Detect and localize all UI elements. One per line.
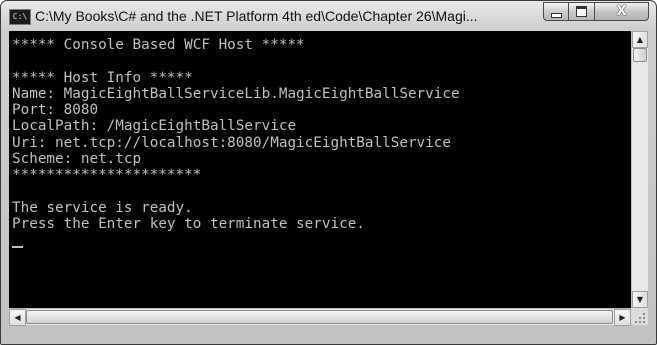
scroll-up-button[interactable]: ▲ <box>632 31 648 48</box>
console-output[interactable]: ***** Console Based WCF Host ***** *****… <box>9 31 631 308</box>
close-button[interactable]: X <box>595 2 649 21</box>
scroll-right-button[interactable]: ▶ <box>614 309 631 326</box>
vertical-scrollbar[interactable]: ▲ ▼ <box>631 31 648 308</box>
console-line: Uri: net.tcp://localhost:8080/MagicEight… <box>12 134 451 151</box>
window-title: C:\My Books\C# and the .NET Platform 4th… <box>35 8 478 24</box>
console-line: Port: 8080 <box>12 102 99 119</box>
console-lines: ***** Console Based WCF Host ***** *****… <box>12 37 630 249</box>
console-line: ***** Host Info ***** <box>12 69 193 86</box>
resize-grip-icon[interactable] <box>631 308 648 325</box>
console-line: ***** Console Based WCF Host ***** <box>12 37 305 53</box>
maximize-button[interactable] <box>569 2 595 21</box>
minimize-icon <box>550 12 562 18</box>
text-cursor <box>12 245 23 248</box>
maximize-icon <box>576 6 587 17</box>
arrow-up-icon: ▲ <box>636 35 644 44</box>
console-line: Name: MagicEightBallServiceLib.MagicEigh… <box>12 85 460 102</box>
vertical-scroll-thumb[interactable] <box>633 48 647 62</box>
caption-buttons: X <box>543 2 649 22</box>
horizontal-scrollbar[interactable]: ◀ ▶ <box>9 308 631 326</box>
console-line: ********************** <box>12 167 202 184</box>
close-icon: X <box>616 4 627 19</box>
console-line: Press the Enter key to terminate service… <box>12 216 365 233</box>
minimize-button[interactable] <box>543 2 569 21</box>
arrow-left-icon: ◀ <box>14 313 21 322</box>
scroll-down-button[interactable]: ▼ <box>632 291 648 308</box>
console-line: Scheme: net.tcp <box>12 151 142 168</box>
console-line: The service is ready. <box>12 199 193 216</box>
console-window: C:\ C:\My Books\C# and the .NET Platform… <box>0 0 657 345</box>
title-bar[interactable]: C:\ C:\My Books\C# and the .NET Platform… <box>1 1 656 31</box>
arrow-right-icon: ▶ <box>619 313 626 322</box>
console-app-icon[interactable]: C:\ <box>9 9 31 25</box>
console-line: LocalPath: /MagicEightBallService <box>12 118 297 135</box>
arrow-down-icon: ▼ <box>636 295 644 304</box>
scroll-left-button[interactable]: ◀ <box>9 309 26 326</box>
horizontal-scroll-thumb[interactable] <box>26 310 613 324</box>
console-cursor-line <box>12 233 630 249</box>
